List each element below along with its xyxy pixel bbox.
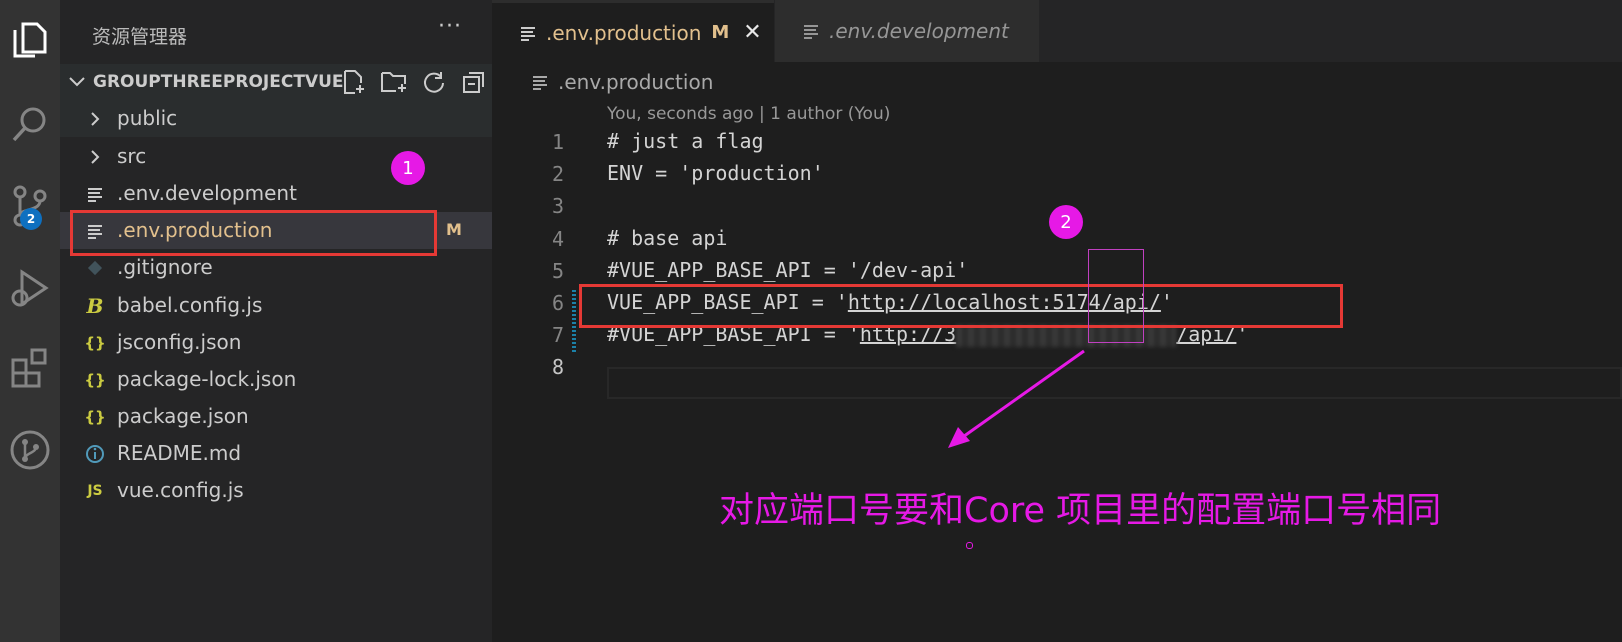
tab-label: .env.development: [829, 19, 1009, 43]
chevron-right-icon: [84, 146, 106, 168]
breadcrumb-label: .env.production: [558, 70, 714, 94]
annotation-marker-1: 1: [391, 151, 425, 185]
git-graph-icon[interactable]: [0, 424, 60, 476]
project-header[interactable]: GROUPTHREEPROJECTVUE: [60, 64, 492, 100]
file-label: .gitignore: [117, 255, 213, 279]
text-file-icon: [520, 25, 536, 41]
tree-item-readme[interactable]: README.md: [60, 435, 492, 472]
line-text: # base api: [607, 226, 728, 250]
chevron-down-icon: [66, 70, 88, 96]
line-text: # just a flag: [607, 129, 764, 153]
git-file-icon: [84, 257, 106, 279]
file-label: babel.config.js: [117, 293, 263, 317]
tree-item-src[interactable]: src: [60, 138, 492, 175]
sidebar-title: 资源管理器: [92, 26, 188, 48]
breadcrumb[interactable]: .env.production: [532, 70, 713, 94]
line-text: #VUE_APP_BASE_API = '/dev-api': [607, 258, 969, 282]
file-label: README.md: [117, 441, 242, 465]
close-icon[interactable]: ✕: [743, 20, 761, 45]
search-icon[interactable]: [0, 98, 60, 150]
source-control-icon[interactable]: 2: [0, 180, 60, 232]
modified-badge: M: [711, 22, 730, 43]
text-file-icon: [803, 23, 819, 39]
git-blame-codelens[interactable]: You, seconds ago | 1 author (You): [607, 104, 890, 124]
annotation-dot: [966, 542, 973, 549]
new-file-icon[interactable]: [338, 68, 370, 96]
line-number: 6: [551, 291, 564, 315]
info-icon: [84, 443, 106, 465]
tab-label: .env.production: [546, 20, 702, 45]
annotation-marker-2: 2: [1049, 205, 1083, 239]
editor-area: .env.production M ✕ .env.development .en…: [492, 0, 1622, 642]
chevron-right-icon: [84, 108, 106, 130]
json-icon: {}: [84, 334, 106, 352]
code-line[interactable]: 2 ENV = 'production': [492, 158, 1622, 191]
file-label: vue.config.js: [117, 478, 244, 502]
file-label: .env.development: [117, 181, 297, 205]
port-highlight-box: [1088, 249, 1144, 343]
explorer-sidebar: 资源管理器 ··· GROUPTHREEPROJECTVUE public sr…: [60, 0, 492, 642]
new-folder-icon[interactable]: [378, 68, 410, 96]
tab-env-development[interactable]: .env.development: [775, 0, 1039, 62]
tree-item-package-lock[interactable]: {} package-lock.json: [60, 361, 492, 398]
annotation-arrow: [948, 349, 1085, 448]
modified-badge: M: [446, 220, 462, 239]
highlight-box-file: [70, 210, 437, 256]
line-number: 4: [551, 227, 564, 251]
highlight-box-line: [579, 284, 1343, 328]
project-name: GROUPTHREEPROJECTVUE: [93, 72, 344, 92]
json-icon: {}: [84, 408, 106, 426]
line-number: 7: [551, 323, 564, 347]
activity-bar: 2: [0, 0, 60, 642]
tree-item-package-json[interactable]: {} package.json: [60, 398, 492, 435]
text-file-icon: [532, 74, 548, 90]
line-number: 2: [551, 162, 564, 186]
line-number: 5: [551, 259, 564, 283]
tree-item-babel-config[interactable]: B babel.config.js: [60, 287, 492, 324]
tree-item-vue-config[interactable]: JS vue.config.js: [60, 472, 492, 509]
run-debug-icon[interactable]: [0, 262, 60, 314]
file-label: package.json: [117, 404, 249, 428]
annotation-note: 对应端口号要和Core 项目里的配置端口号相同: [719, 491, 1442, 531]
text-file-icon: [84, 183, 106, 205]
json-icon: {}: [84, 371, 106, 389]
extensions-icon[interactable]: [0, 342, 60, 394]
tab-bar: .env.production M ✕ .env.development: [492, 0, 1622, 62]
line-number: 8: [551, 355, 564, 379]
scm-badge: 2: [20, 208, 42, 230]
explorer-icon[interactable]: [0, 14, 60, 66]
file-label: jsconfig.json: [117, 330, 242, 354]
line-text: ENV = 'production': [607, 161, 824, 185]
babel-icon: B: [86, 294, 104, 318]
more-actions-icon[interactable]: ···: [438, 14, 462, 39]
refresh-icon[interactable]: [418, 68, 450, 96]
tree-item-jsconfig[interactable]: {} jsconfig.json: [60, 324, 492, 361]
file-label: package-lock.json: [117, 367, 297, 391]
file-label: src: [117, 144, 147, 168]
code-line[interactable]: 1 # just a flag: [492, 126, 1622, 159]
tree-item-env-development[interactable]: .env.development: [60, 175, 492, 212]
tab-env-production[interactable]: .env.production M ✕: [492, 0, 774, 62]
line-number: 3: [551, 194, 564, 218]
collapse-all-icon[interactable]: [458, 68, 490, 96]
js-icon: JS: [87, 483, 103, 499]
tree-item-public[interactable]: public: [60, 100, 492, 137]
file-label: public: [117, 106, 178, 130]
line-number: 1: [551, 130, 564, 154]
